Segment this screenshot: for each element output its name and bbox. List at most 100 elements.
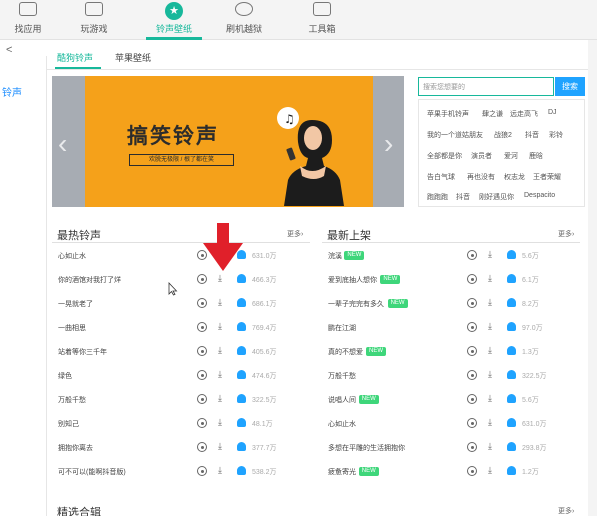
ringtone-name[interactable]: 拥抱你离去 [58, 443, 93, 453]
set-ringtone-bell-icon[interactable] [237, 394, 246, 403]
play-icon[interactable] [467, 442, 477, 452]
ringtone-name[interactable]: 你的酒馆对我打了烊 [58, 275, 121, 285]
tag-link[interactable]: 抖音 [456, 192, 470, 202]
play-icon[interactable] [467, 466, 477, 476]
ringtone-row[interactable]: 万般千愁 ⤓ 322.5万 [52, 389, 312, 413]
play-icon[interactable] [467, 274, 477, 284]
set-ringtone-bell-icon[interactable] [507, 250, 516, 259]
search-button[interactable]: 搜索 [555, 77, 585, 96]
play-icon[interactable] [197, 346, 207, 356]
set-ringtone-bell-icon[interactable] [507, 370, 516, 379]
play-icon[interactable] [467, 298, 477, 308]
nav-play-games[interactable]: 玩游戏 [64, 0, 124, 40]
ringtone-row[interactable]: 鹏在江湖 ⤓ 97.0万 [322, 317, 582, 341]
tag-link[interactable]: 全部都是你 [427, 151, 462, 161]
download-icon[interactable]: ⤓ [218, 369, 222, 380]
promo-banner[interactable]: 搞笑铃声 欢脱无极限 / 根了都在笑 ♫ ‹ › [52, 76, 404, 207]
ringtone-row[interactable]: 多想在平雕的生活拥抱你 ⤓ 293.8万 [322, 437, 582, 461]
tag-link[interactable]: 告白气球 [427, 172, 455, 182]
tab-kugou-ringtones[interactable]: 酷狗铃声 [57, 51, 93, 64]
ringtone-row[interactable]: 一晃就老了 ⤓ 686.1万 [52, 293, 312, 317]
tag-link[interactable]: 权志龙 [504, 172, 525, 182]
ringtone-row[interactable]: 万般千愁 ⤓ 322.5万 [322, 365, 582, 389]
download-icon[interactable]: ⤓ [488, 417, 492, 428]
ringtone-row[interactable]: 爱到底抽人想你 NEW ⤓ 6.1万 [322, 269, 582, 293]
ringtone-name[interactable]: 万般千愁 [328, 371, 356, 381]
tag-link[interactable]: 演员者 [471, 151, 492, 161]
play-icon[interactable] [197, 394, 207, 404]
ringtone-name[interactable]: 别知己 [58, 419, 79, 429]
ringtone-row[interactable]: 别知己 ⤓ 48.1万 [52, 413, 312, 437]
set-ringtone-bell-icon[interactable] [507, 418, 516, 427]
ringtone-row[interactable]: 心如止水⤓631.0万 [322, 413, 582, 437]
download-icon[interactable]: ⤓ [488, 273, 492, 284]
download-icon[interactable]: ⤓ [218, 441, 222, 452]
tag-link[interactable]: 刚好遇见你 [479, 192, 514, 202]
hot-more-link[interactable]: 更多› [287, 229, 303, 239]
ringtone-row[interactable]: 说唱人间 NEW ⤓ 5.6万 [322, 389, 582, 413]
play-icon[interactable] [467, 346, 477, 356]
ringtone-row[interactable]: 心如止水⤓631.0万 [52, 245, 312, 269]
play-icon[interactable] [467, 322, 477, 332]
play-icon[interactable] [197, 442, 207, 452]
set-ringtone-bell-icon[interactable] [507, 322, 516, 331]
play-icon[interactable] [197, 418, 207, 428]
nav-flash-jailbreak[interactable]: 刷机越狱 [214, 0, 274, 40]
tag-link[interactable]: 再也没有 [467, 172, 495, 182]
ringtone-row[interactable]: 浣溪 NEW ⤓ 5.6万 [322, 245, 582, 269]
tag-link[interactable]: 抖音 [525, 130, 539, 140]
set-ringtone-bell-icon[interactable] [507, 394, 516, 403]
banner-slide[interactable]: 搞笑铃声 欢脱无极限 / 根了都在笑 ♫ [85, 76, 373, 207]
download-icon[interactable]: ⤓ [488, 369, 492, 380]
ringtone-row[interactable]: 真的不想爱 NEW ⤓ 1.3万 [322, 341, 582, 365]
set-ringtone-bell-icon[interactable] [507, 442, 516, 451]
tag-link[interactable]: 爱河 [504, 151, 518, 161]
sidebar-item-ringtones[interactable]: 铃声 [2, 84, 22, 99]
tag-link[interactable]: 鹿晗 [529, 151, 543, 161]
play-icon[interactable] [467, 418, 477, 428]
set-ringtone-bell-icon[interactable] [237, 346, 246, 355]
ringtone-name[interactable]: 心如止水 [328, 419, 356, 429]
ringtone-name[interactable]: 可不可以(能啊抖音版) [58, 467, 126, 477]
tag-link[interactable]: 肆之谦 [482, 109, 503, 119]
download-icon[interactable]: ⤓ [488, 345, 492, 356]
play-icon[interactable] [467, 370, 477, 380]
nav-toolbox[interactable]: 工具箱 [292, 0, 352, 40]
download-icon[interactable]: ⤓ [488, 441, 492, 452]
banner-prev-icon[interactable]: ‹ [58, 128, 67, 160]
set-ringtone-bell-icon[interactable] [507, 466, 516, 475]
search-input[interactable]: 搜索您想要的 [418, 77, 554, 96]
download-icon[interactable]: ⤓ [488, 249, 492, 260]
set-ringtone-bell-icon[interactable] [237, 418, 246, 427]
ringtone-name[interactable]: 爱到底抽人想你 [328, 275, 377, 285]
download-icon[interactable]: ⤓ [218, 321, 222, 332]
download-icon[interactable]: ⤓ [218, 417, 222, 428]
ringtone-row[interactable]: 可不可以(能啊抖音版) ⤓ 538.2万 [52, 461, 312, 485]
set-ringtone-bell-icon[interactable] [237, 442, 246, 451]
ringtone-name[interactable]: 浣溪 [328, 251, 342, 261]
download-icon[interactable]: ⤓ [218, 345, 222, 356]
set-ringtone-bell-icon[interactable] [237, 370, 246, 379]
latest-more-link[interactable]: 更多› [558, 229, 574, 239]
set-ringtone-bell-icon[interactable] [507, 274, 516, 283]
banner-next-icon[interactable]: › [384, 128, 393, 160]
tag-link[interactable]: DJ [548, 109, 557, 116]
play-icon[interactable] [197, 322, 207, 332]
tab-apple-wallpapers[interactable]: 苹果壁纸 [115, 51, 151, 64]
ringtone-row[interactable]: 一曲相思 ⤓ 769.4万 [52, 317, 312, 341]
ringtone-row[interactable]: 绿色 ⤓ 474.6万 [52, 365, 312, 389]
play-icon[interactable] [197, 370, 207, 380]
ringtone-name[interactable]: 一晃就老了 [58, 299, 93, 309]
ringtone-name[interactable]: 一曲相思 [58, 323, 86, 333]
download-icon[interactable]: ⤓ [218, 465, 222, 476]
tag-link[interactable]: 苹果手机铃声 [427, 109, 469, 119]
set-ringtone-bell-icon[interactable] [237, 322, 246, 331]
play-icon[interactable] [197, 466, 207, 476]
download-icon[interactable]: ⤓ [218, 393, 222, 404]
play-icon[interactable] [197, 298, 207, 308]
download-icon[interactable]: ⤓ [218, 273, 222, 284]
ringtone-name[interactable]: 绿色 [58, 371, 72, 381]
tag-link[interactable]: Despacito [524, 192, 555, 199]
download-icon[interactable]: ⤓ [488, 321, 492, 332]
nav-ringtones[interactable]: ★ 铃声壁纸 [144, 0, 204, 40]
